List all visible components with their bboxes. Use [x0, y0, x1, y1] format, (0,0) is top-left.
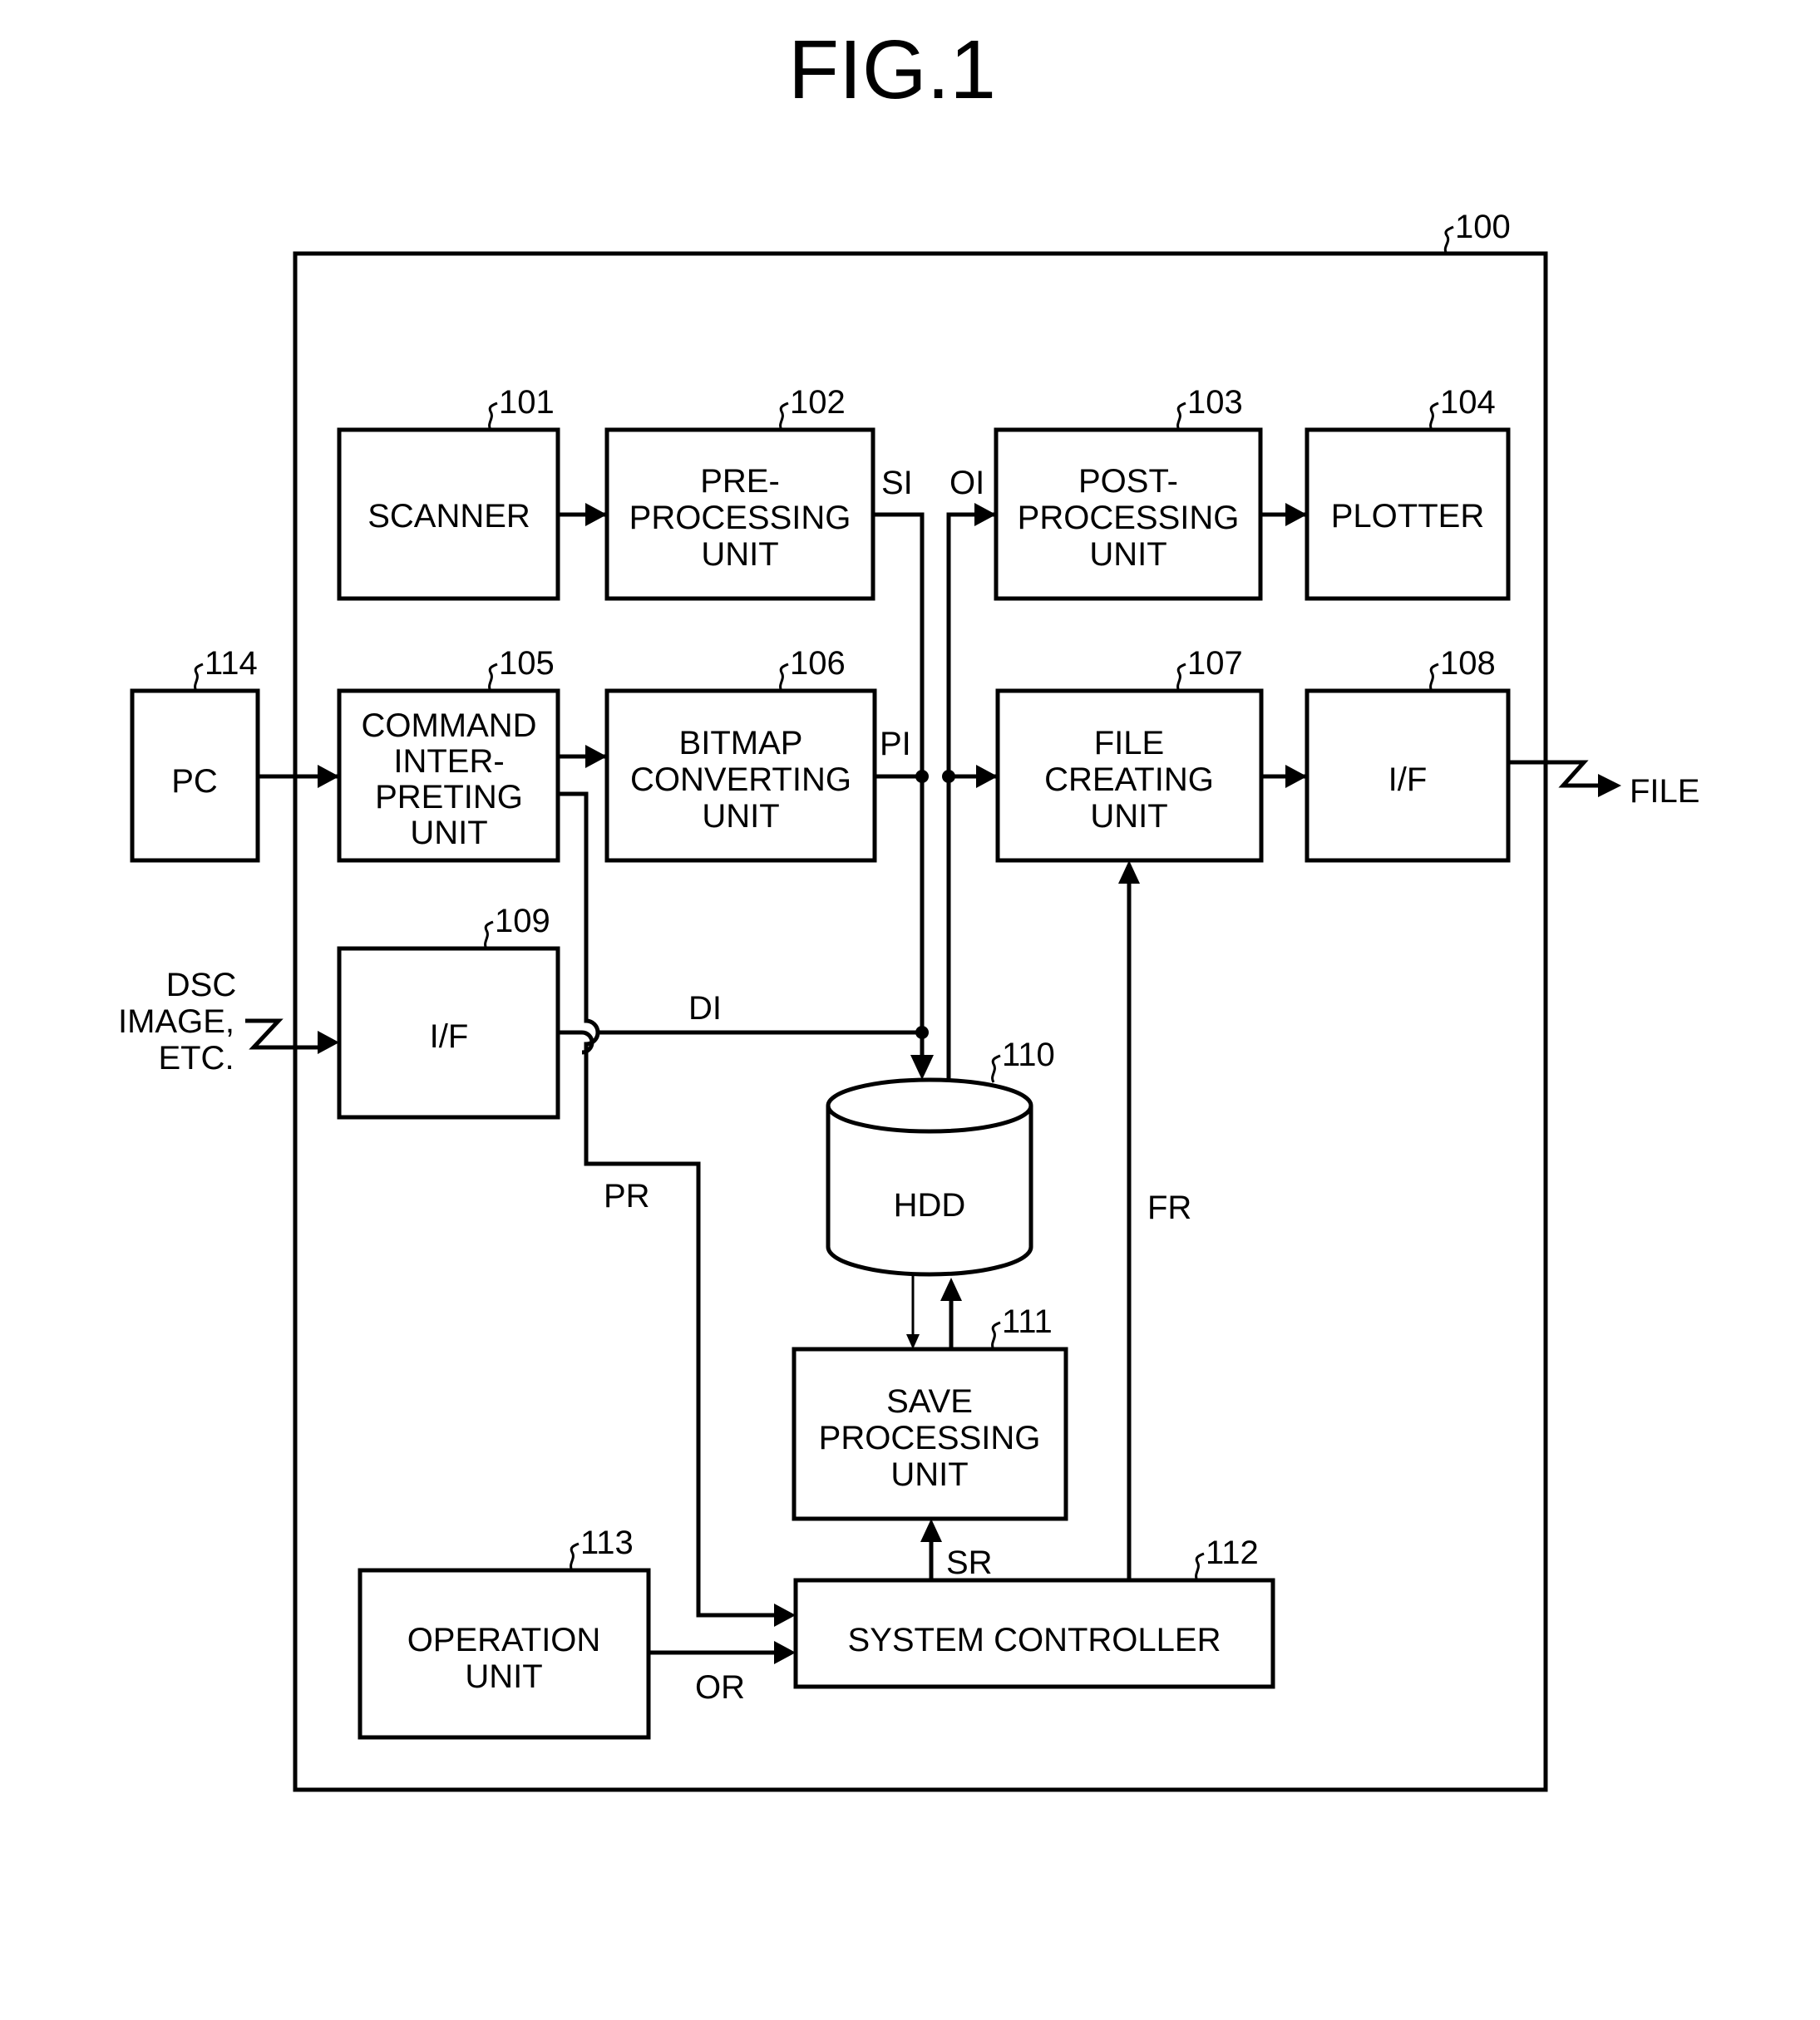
signal-fr-label: FR — [1147, 1190, 1191, 1226]
junction-dot — [915, 1026, 929, 1039]
pc-block: PC 114 — [130, 645, 260, 863]
ref-number: 107 — [1187, 645, 1243, 682]
block-label: SCANNER — [367, 498, 530, 535]
arrow-head — [1598, 774, 1621, 797]
block-label: INTER- — [393, 743, 504, 780]
block-label: CREATING — [1044, 761, 1214, 798]
ref-number: 103 — [1187, 384, 1243, 421]
block-label: SAVE — [886, 1383, 973, 1420]
ref-leader — [1443, 225, 1454, 254]
dsc-label: IMAGE, — [118, 1003, 234, 1040]
ref-leader — [194, 663, 204, 692]
system-ref: 100 — [1455, 209, 1511, 245]
block-label: OPERATION — [407, 1622, 601, 1658]
signal-sr-label: SR — [946, 1545, 993, 1581]
block-label: CONVERTING — [630, 761, 851, 798]
block-label: POST- — [1078, 463, 1178, 500]
signal-pr-label: PR — [604, 1178, 650, 1214]
block-label: UNIT — [410, 815, 487, 851]
ref-number: 108 — [1440, 645, 1496, 682]
block-label: PRE- — [700, 463, 780, 500]
block-label: UNIT — [702, 798, 779, 835]
ref-number: 110 — [1002, 1037, 1055, 1073]
block-label: BITMAP — [679, 725, 803, 761]
block-label: PLOTTER — [1331, 498, 1484, 535]
block-label: PROCESSING — [819, 1420, 1041, 1456]
signal-or-label: OR — [695, 1669, 745, 1706]
block-label: I/F — [1388, 761, 1428, 798]
block-label: UNIT — [890, 1456, 968, 1493]
ref-number: 109 — [495, 903, 550, 939]
signal-di-label: DI — [688, 990, 722, 1027]
block-label: I/F — [430, 1018, 469, 1055]
junction-dot — [942, 770, 955, 783]
signal-pi-label: PI — [880, 726, 911, 762]
ref-number: 113 — [580, 1525, 634, 1561]
junction-dot — [915, 770, 929, 783]
ref-number: 114 — [205, 645, 258, 682]
block-label: UNIT — [1090, 798, 1167, 835]
block-diagram: FIG.1 100 FILE SCANNER 101 PRE- PROCESSI… — [118, 23, 1699, 1792]
ref-number: 111 — [1002, 1303, 1053, 1340]
block-label: UNIT — [1089, 536, 1166, 573]
block-label: FILE — [1094, 725, 1164, 761]
dsc-label: ETC. — [158, 1040, 234, 1077]
block-label: COMMAND — [361, 707, 536, 744]
block-label: PRETING — [375, 779, 523, 815]
signal-si-label: SI — [881, 465, 913, 501]
ref-number: 106 — [790, 645, 846, 682]
signal-oi-label: OI — [949, 465, 984, 501]
ref-number: 104 — [1440, 384, 1496, 421]
block-label: HDD — [894, 1187, 966, 1224]
figure-title: FIG.1 — [788, 23, 996, 116]
ref-number: 102 — [790, 384, 846, 421]
ref-number: 101 — [499, 384, 555, 421]
ref-number: 112 — [1206, 1535, 1259, 1571]
block-label: PROCESSING — [629, 500, 851, 536]
dsc-label: DSC — [166, 967, 236, 1003]
block-label: SYSTEM CONTROLLER — [848, 1622, 1221, 1658]
block-label: PROCESSING — [1018, 500, 1240, 536]
block-label: UNIT — [701, 536, 778, 573]
block-label: UNIT — [465, 1658, 542, 1695]
file-output-label: FILE — [1630, 773, 1699, 810]
block-label: PC — [171, 763, 218, 800]
ref-number: 105 — [499, 645, 555, 682]
